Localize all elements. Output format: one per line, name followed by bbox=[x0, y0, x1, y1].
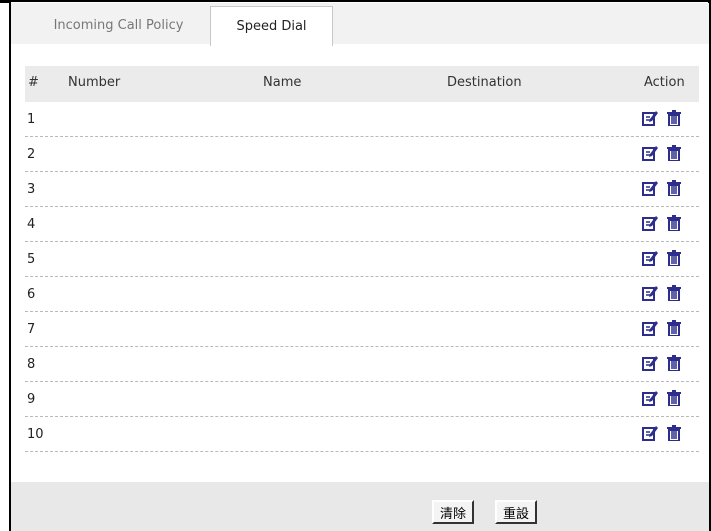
edit-icon[interactable] bbox=[642, 215, 658, 235]
row-number: 2 bbox=[27, 147, 36, 162]
edit-icon[interactable] bbox=[642, 320, 658, 340]
trash-icon[interactable] bbox=[667, 250, 681, 270]
row-actions bbox=[642, 250, 681, 270]
tab-bar: Incoming Call Policy Speed Dial bbox=[11, 3, 709, 46]
edit-icon[interactable] bbox=[642, 110, 658, 130]
table-row: 1 bbox=[25, 102, 699, 137]
edit-icon[interactable] bbox=[642, 425, 658, 445]
row-actions bbox=[642, 320, 681, 340]
table-row: 9 bbox=[25, 382, 699, 417]
trash-icon[interactable] bbox=[667, 320, 681, 340]
row-actions bbox=[642, 355, 681, 375]
trash-icon[interactable] bbox=[667, 425, 681, 445]
row-number: 7 bbox=[27, 322, 36, 337]
speed-dial-table: # Number Name Destination Action 1 2 3 4 5 6 7… bbox=[25, 66, 699, 452]
apply-button[interactable]: 清除 bbox=[432, 500, 475, 524]
table-row: 10 bbox=[25, 417, 699, 452]
header-destination: Destination bbox=[447, 75, 522, 90]
tab-incoming-call-policy[interactable]: Incoming Call Policy bbox=[31, 6, 206, 44]
trash-icon[interactable] bbox=[667, 180, 681, 200]
row-number: 9 bbox=[27, 392, 36, 407]
table-row: 5 bbox=[25, 242, 699, 277]
edit-icon[interactable] bbox=[642, 145, 658, 165]
reset-button[interactable]: 重設 bbox=[495, 500, 538, 524]
row-number: 5 bbox=[27, 252, 36, 267]
trash-icon[interactable] bbox=[667, 285, 681, 305]
header-num: # bbox=[28, 75, 39, 90]
header-action: Action bbox=[644, 75, 685, 90]
trash-icon[interactable] bbox=[667, 145, 681, 165]
edit-icon[interactable] bbox=[642, 180, 658, 200]
row-actions bbox=[642, 425, 681, 445]
row-number: 3 bbox=[27, 182, 36, 197]
trash-icon[interactable] bbox=[667, 215, 681, 235]
table-body: 1 2 3 4 5 6 7 8 9 10 bbox=[25, 102, 699, 452]
row-actions bbox=[642, 215, 681, 235]
table-row: 7 bbox=[25, 312, 699, 347]
tab-speed-dial[interactable]: Speed Dial bbox=[210, 6, 333, 46]
row-actions bbox=[642, 145, 681, 165]
edit-icon[interactable] bbox=[642, 250, 658, 270]
row-actions bbox=[642, 285, 681, 305]
edit-icon[interactable] bbox=[642, 285, 658, 305]
table-row: 3 bbox=[25, 172, 699, 207]
header-name: Name bbox=[263, 75, 302, 90]
row-actions bbox=[642, 390, 681, 410]
row-actions bbox=[642, 180, 681, 200]
table-header: # Number Name Destination Action bbox=[25, 66, 699, 102]
trash-icon[interactable] bbox=[667, 390, 681, 410]
trash-icon[interactable] bbox=[667, 355, 681, 375]
table-row: 8 bbox=[25, 347, 699, 382]
row-number: 6 bbox=[27, 287, 36, 302]
table-row: 2 bbox=[25, 137, 699, 172]
row-number: 4 bbox=[27, 217, 36, 232]
edit-icon[interactable] bbox=[642, 355, 658, 375]
row-number: 8 bbox=[27, 357, 36, 372]
button-bar: 清除 重設 bbox=[11, 482, 709, 531]
table-row: 4 bbox=[25, 207, 699, 242]
row-actions bbox=[642, 110, 681, 130]
trash-icon[interactable] bbox=[667, 110, 681, 130]
row-number: 10 bbox=[27, 427, 44, 442]
header-number: Number bbox=[68, 75, 121, 90]
table-row: 6 bbox=[25, 277, 699, 312]
edit-icon[interactable] bbox=[642, 390, 658, 410]
row-number: 1 bbox=[27, 112, 36, 127]
